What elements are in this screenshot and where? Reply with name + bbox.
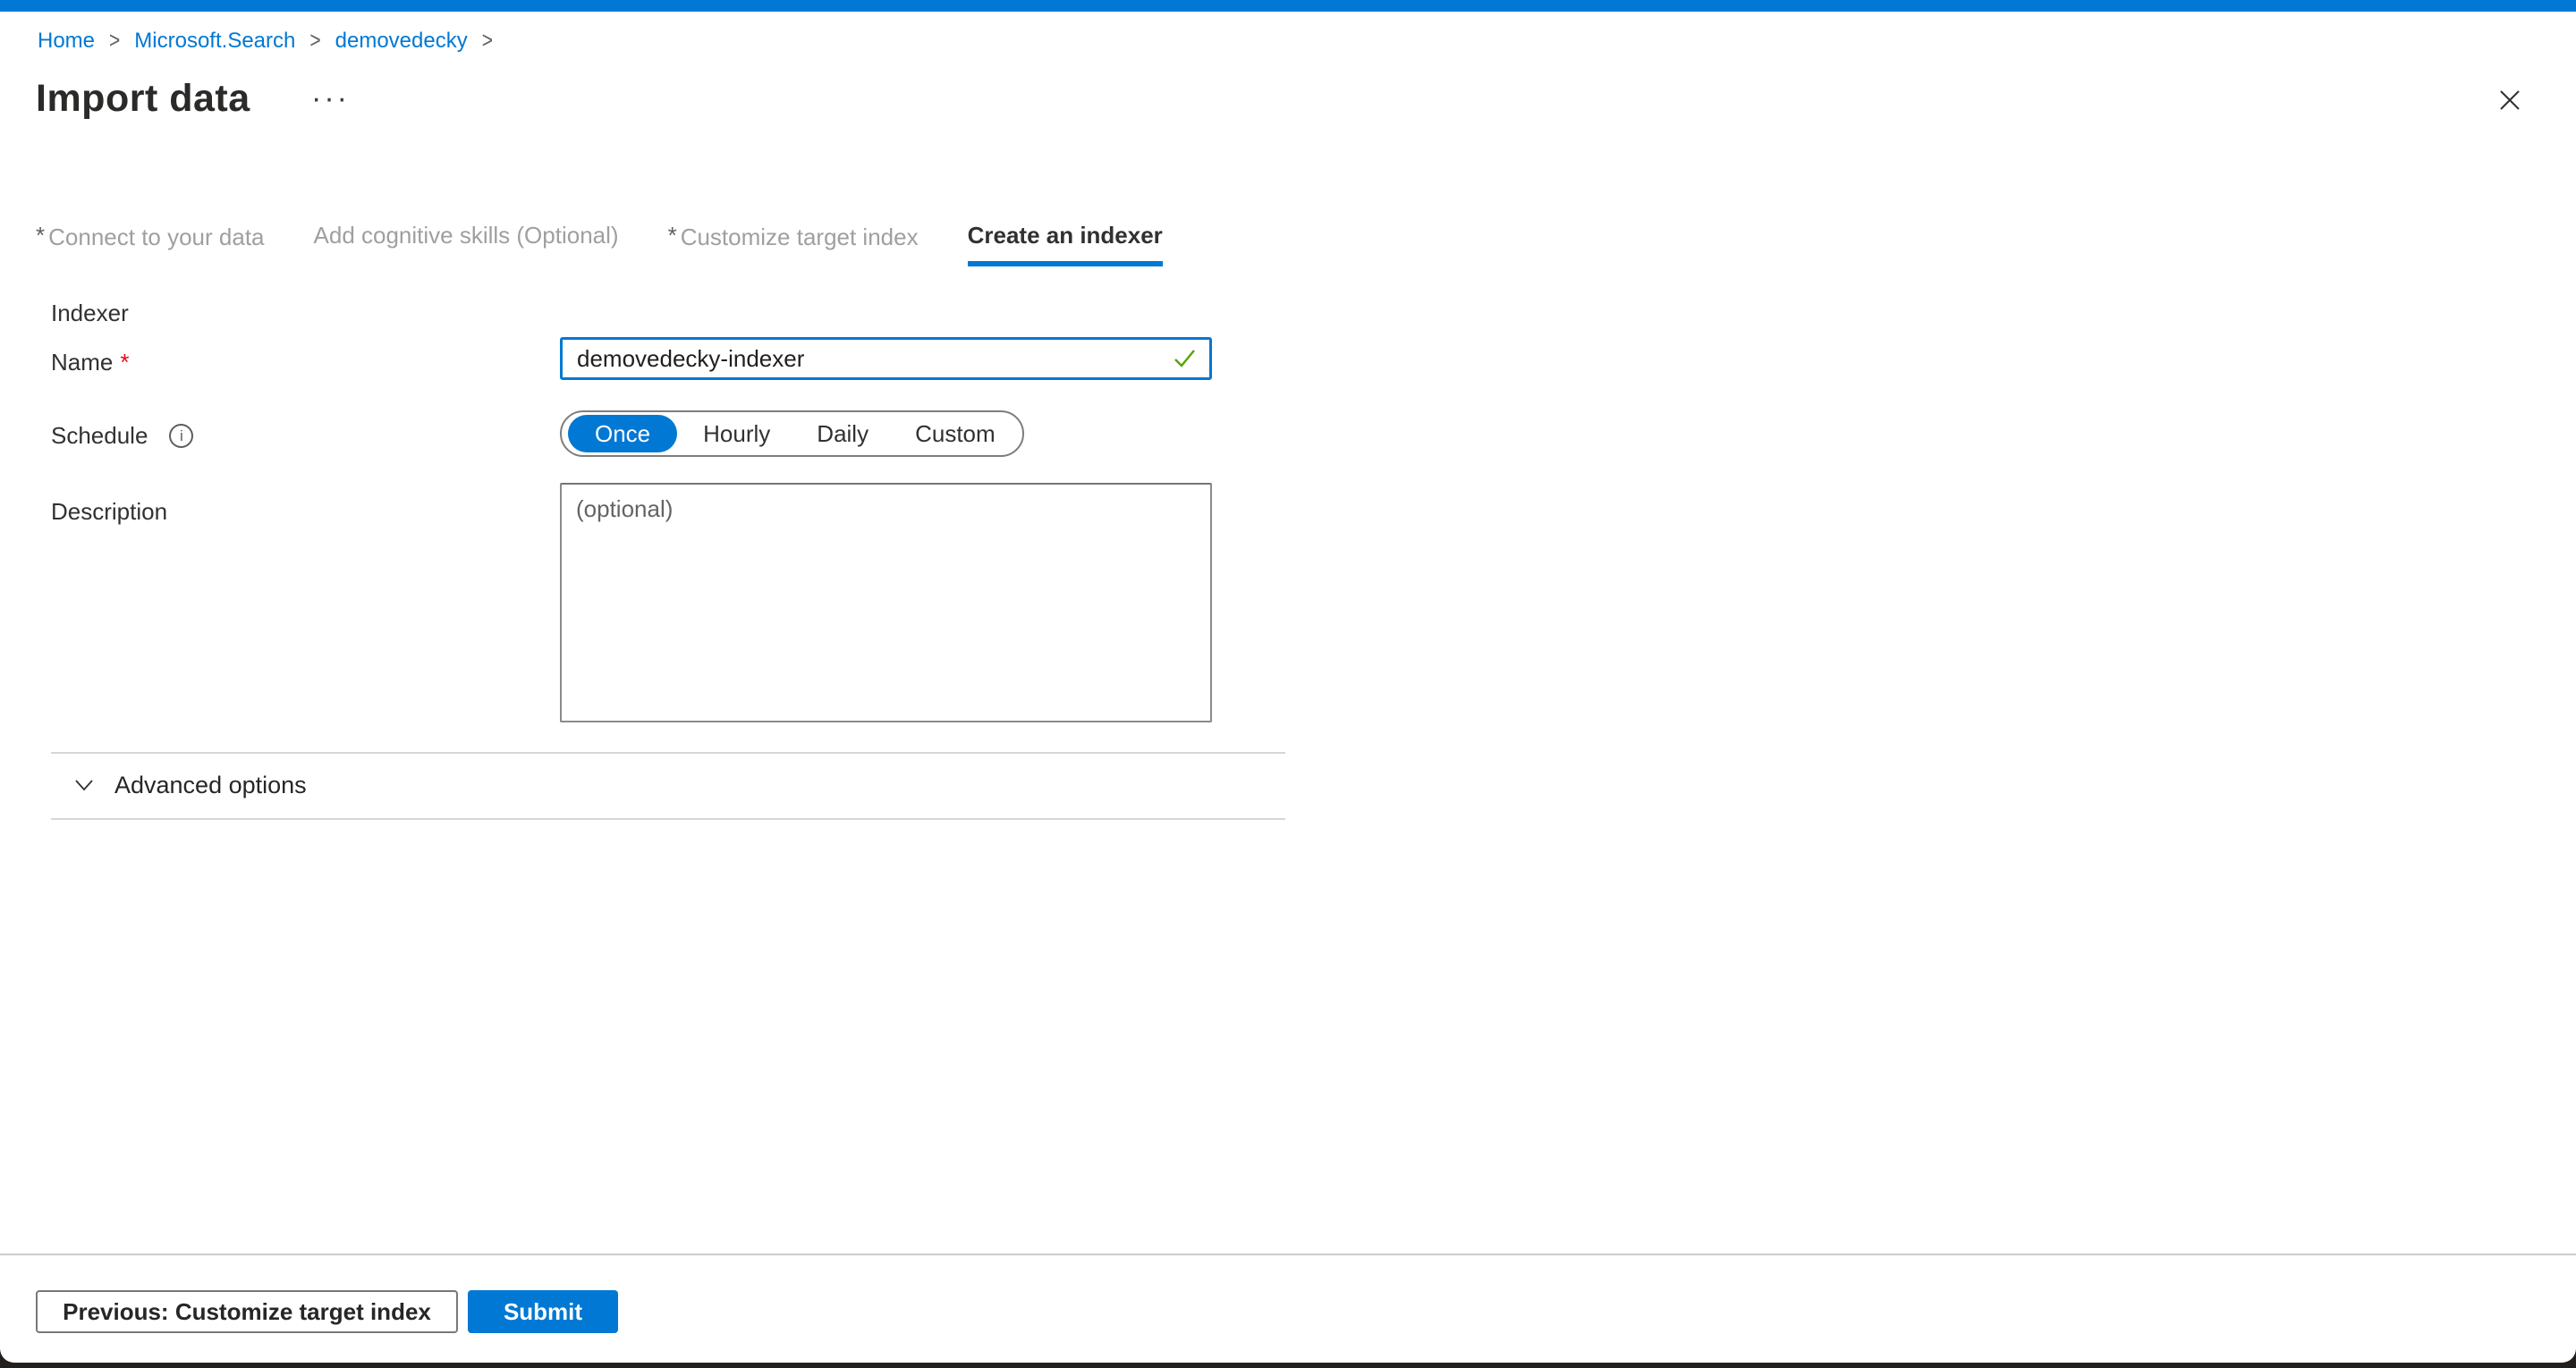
advanced-options-toggle[interactable]: Advanced options <box>73 769 307 801</box>
breadcrumb-link-home[interactable]: Home <box>38 27 95 55</box>
chevron-right-icon: > <box>309 23 320 59</box>
accent-top-bar <box>0 0 2576 12</box>
tab-label: Create an indexer <box>968 222 1163 249</box>
tab-create-an-indexer[interactable]: Create an indexer <box>968 220 1163 266</box>
previous-button[interactable]: Previous: Customize target index <box>36 1290 458 1333</box>
tab-label: Customize target index <box>681 224 919 250</box>
section-title-indexer: Indexer <box>51 299 129 327</box>
required-asterisk: * <box>36 222 45 249</box>
more-options-icon[interactable]: ··· <box>311 79 350 118</box>
schedule-option-hourly[interactable]: Hourly <box>680 415 793 452</box>
schedule-option-once[interactable]: Once <box>568 415 677 452</box>
schedule-segmented-control: Once Hourly Daily Custom <box>560 410 1024 457</box>
name-label: Name* <box>51 348 129 376</box>
schedule-option-custom[interactable]: Custom <box>892 415 1019 452</box>
indexer-name-input[interactable] <box>560 337 1212 380</box>
schedule-option-daily[interactable]: Daily <box>793 415 892 452</box>
tab-connect-to-your-data[interactable]: *Connect to your data <box>36 220 265 263</box>
breadcrumb-link-demovedecky[interactable]: demovedecky <box>335 27 468 55</box>
advanced-options-label: Advanced options <box>114 769 307 801</box>
chevron-right-icon: > <box>482 23 493 59</box>
breadcrumb: Home > Microsoft.Search > demovedecky > <box>38 27 507 55</box>
description-label: Description <box>51 497 167 526</box>
schedule-label: Schedule i <box>51 421 193 450</box>
breadcrumb-link-microsoft-search[interactable]: Microsoft.Search <box>134 27 295 55</box>
close-icon[interactable] <box>2494 84 2526 116</box>
description-textarea[interactable] <box>560 483 1212 722</box>
wizard-tabs: *Connect to your data Add cognitive skil… <box>36 220 1163 266</box>
chevron-down-icon <box>73 774 95 796</box>
chevron-right-icon: > <box>109 23 120 59</box>
required-asterisk: * <box>120 349 129 376</box>
page-title: Import data <box>36 75 250 122</box>
valid-checkmark-icon <box>1171 345 1198 376</box>
divider <box>51 818 1285 820</box>
tab-label: Connect to your data <box>48 224 264 250</box>
import-data-panel: Home > Microsoft.Search > demovedecky > … <box>0 0 2576 1363</box>
tab-add-cognitive-skills[interactable]: Add cognitive skills (Optional) <box>314 220 619 261</box>
required-asterisk: * <box>668 222 677 249</box>
tab-label: Add cognitive skills (Optional) <box>314 222 619 249</box>
tab-customize-target-index[interactable]: *Customize target index <box>668 220 919 263</box>
footer-divider <box>0 1254 2576 1255</box>
submit-button[interactable]: Submit <box>468 1290 618 1333</box>
divider <box>51 752 1285 754</box>
info-icon[interactable]: i <box>169 424 193 448</box>
